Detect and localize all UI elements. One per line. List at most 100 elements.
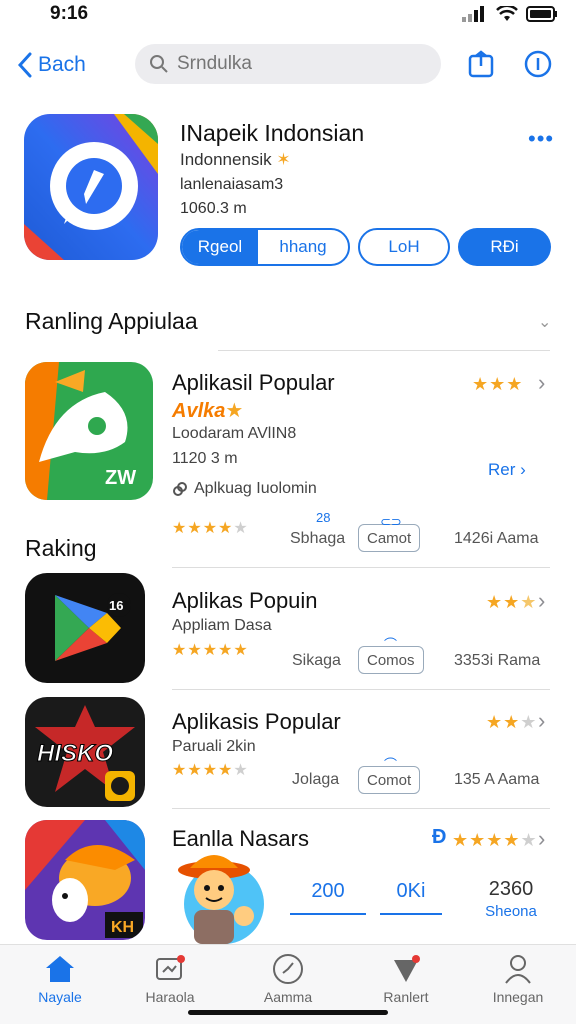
primary-button[interactable]: RĐi bbox=[458, 228, 551, 266]
chevron-right-icon[interactable]: › bbox=[538, 708, 545, 734]
back-button[interactable]: Bach bbox=[18, 52, 86, 78]
last-stat-b: 0Ki bbox=[380, 880, 442, 915]
divider bbox=[172, 567, 550, 568]
battery-icon bbox=[526, 6, 557, 22]
status-bar: 9:16 bbox=[0, 0, 576, 30]
tab-profile-label: Innegan bbox=[492, 989, 544, 1005]
row-stat-right-2: 135 A Aama bbox=[454, 771, 540, 788]
featured-app-icon[interactable]: ZW bbox=[25, 362, 153, 500]
featured-developer: Loodaram AVlIN8 bbox=[172, 425, 297, 442]
status-icons bbox=[462, 6, 558, 22]
underline bbox=[380, 913, 442, 915]
hero-app-developer: lanlenaiasam3 bbox=[180, 176, 284, 193]
chevron-right-icon[interactable]: › bbox=[538, 588, 545, 614]
hero-app-subtitle: Indonnensik ✶ bbox=[180, 150, 291, 170]
back-label: Bach bbox=[38, 53, 86, 76]
featured-badge: Avlka★ bbox=[172, 398, 243, 423]
search-icon bbox=[150, 55, 168, 73]
search-input[interactable] bbox=[177, 53, 397, 75]
svg-text:16: 16 bbox=[109, 598, 123, 613]
featured-stat-left-num: 28 bbox=[316, 510, 331, 525]
game-icon bbox=[156, 955, 185, 980]
link-icon bbox=[173, 482, 187, 496]
featured-stat-left: Sbhaga bbox=[290, 530, 346, 547]
tab-home[interactable]: Nayale bbox=[10, 951, 110, 1005]
row-stat-left-2: Jolaga bbox=[292, 771, 340, 788]
green-app-icon: ZW bbox=[25, 362, 153, 500]
signal-icon bbox=[462, 6, 484, 22]
row-app-subtitle-2: Paruali 2kin bbox=[172, 738, 256, 755]
row-stat-left-1: Sikaga bbox=[292, 652, 341, 669]
svg-text:HISKO: HISKO bbox=[37, 740, 113, 767]
hero-app-card: INapeik Indonsian Indonnensik ✶ lanlenai… bbox=[0, 108, 576, 278]
link-icon: ⌒ bbox=[384, 757, 398, 772]
hero-app-icon[interactable] bbox=[24, 114, 158, 260]
play-app-icon: 16 bbox=[25, 573, 145, 683]
row-rating-stars-2: ★★★ bbox=[486, 712, 538, 732]
divider bbox=[172, 808, 550, 809]
last-stat-a-value: 200 bbox=[311, 880, 345, 902]
search-bar[interactable] bbox=[135, 44, 441, 84]
info-icon bbox=[524, 50, 552, 78]
tab-arcade-label: Ranlert bbox=[383, 989, 429, 1005]
info-button[interactable] bbox=[524, 50, 552, 78]
featured-stat-right: 1426i Aama bbox=[454, 530, 539, 547]
shield-icon bbox=[394, 955, 420, 982]
tab-apps[interactable]: Aamma bbox=[238, 951, 338, 1005]
segment-b[interactable]: hhang bbox=[258, 230, 348, 264]
tab-games[interactable]: Haraola bbox=[120, 951, 220, 1005]
featured-link[interactable]: Rer › bbox=[488, 460, 526, 480]
row-app-subtitle-1: Appliam Dasa bbox=[172, 617, 272, 634]
divider bbox=[172, 689, 550, 690]
tab-profile[interactable]: Innegan bbox=[468, 951, 568, 1005]
svg-text:KH: KH bbox=[111, 919, 134, 936]
last-stat-b-value: 0Ki bbox=[396, 880, 426, 902]
chevron-right-icon[interactable]: › bbox=[538, 826, 545, 852]
chevron-right-icon[interactable]: › bbox=[538, 370, 545, 396]
home-indicator bbox=[188, 1010, 388, 1015]
share-icon bbox=[468, 50, 494, 78]
segment-a[interactable]: Rgeol bbox=[182, 230, 258, 264]
badge-icon: Đ bbox=[432, 826, 447, 848]
tab-apps-label: Aamma bbox=[263, 989, 313, 1005]
underline bbox=[290, 913, 366, 915]
featured-size: 1120 3 m bbox=[172, 450, 238, 467]
featured-app-title: Aplikasil Popular bbox=[172, 370, 335, 395]
featured-install-note: Aplkuag Iuolomin bbox=[172, 480, 317, 498]
row-app-icon-1[interactable]: 16 bbox=[25, 573, 145, 683]
divider bbox=[218, 350, 550, 351]
wifi-icon bbox=[496, 6, 518, 21]
share-button[interactable] bbox=[467, 50, 495, 78]
last-stat-c: 2360 Sheona bbox=[470, 878, 552, 920]
link-icon: ⌒ bbox=[384, 637, 398, 652]
link-icon: ⊂⊃ bbox=[380, 514, 402, 529]
tab-arcade[interactable]: Ranlert bbox=[356, 951, 456, 1005]
last-stat-a: 200 bbox=[290, 880, 366, 915]
row-rating-stars-3: ★★★★★ bbox=[452, 830, 538, 850]
row-stat-right-1: 3353i Rama bbox=[454, 652, 541, 669]
row-stars-1: ★★★★★ bbox=[172, 642, 249, 659]
star-icon: ★ bbox=[225, 400, 244, 422]
cowboy-mascot-icon bbox=[178, 855, 264, 944]
row-app-icon-3[interactable]: KH bbox=[25, 820, 145, 940]
hero-subtitle-text: Indonnensik bbox=[180, 150, 272, 169]
featured-rating-stars: ★★★ bbox=[472, 374, 524, 394]
top-nav-bar: Bach bbox=[0, 30, 576, 102]
compass-icon bbox=[273, 954, 303, 984]
section-chevron-icon[interactable]: ⌄ bbox=[538, 312, 551, 332]
outline-button[interactable]: LoH bbox=[358, 228, 450, 266]
bird-app-icon: KH bbox=[25, 820, 145, 940]
svg-text:ZW: ZW bbox=[105, 467, 136, 489]
person-icon bbox=[505, 955, 531, 984]
home-icon bbox=[46, 956, 74, 982]
row-rating-stars-1: ★★★ bbox=[486, 592, 538, 612]
tab-home-label: Nayale bbox=[38, 989, 82, 1005]
featured-stars: ★★★★★ bbox=[172, 520, 249, 537]
hero-app-size: 1060.3 m bbox=[180, 200, 247, 217]
more-options-button[interactable]: ••• bbox=[528, 126, 554, 152]
featured-link-text: Rer bbox=[488, 460, 516, 479]
row-app-icon-2[interactable]: HISKO bbox=[25, 697, 145, 807]
segmented-control[interactable]: Rgeol hhang bbox=[180, 228, 350, 266]
star-icon: ✶ bbox=[276, 150, 291, 169]
last-stat-c-sub: Sheona bbox=[485, 903, 537, 920]
